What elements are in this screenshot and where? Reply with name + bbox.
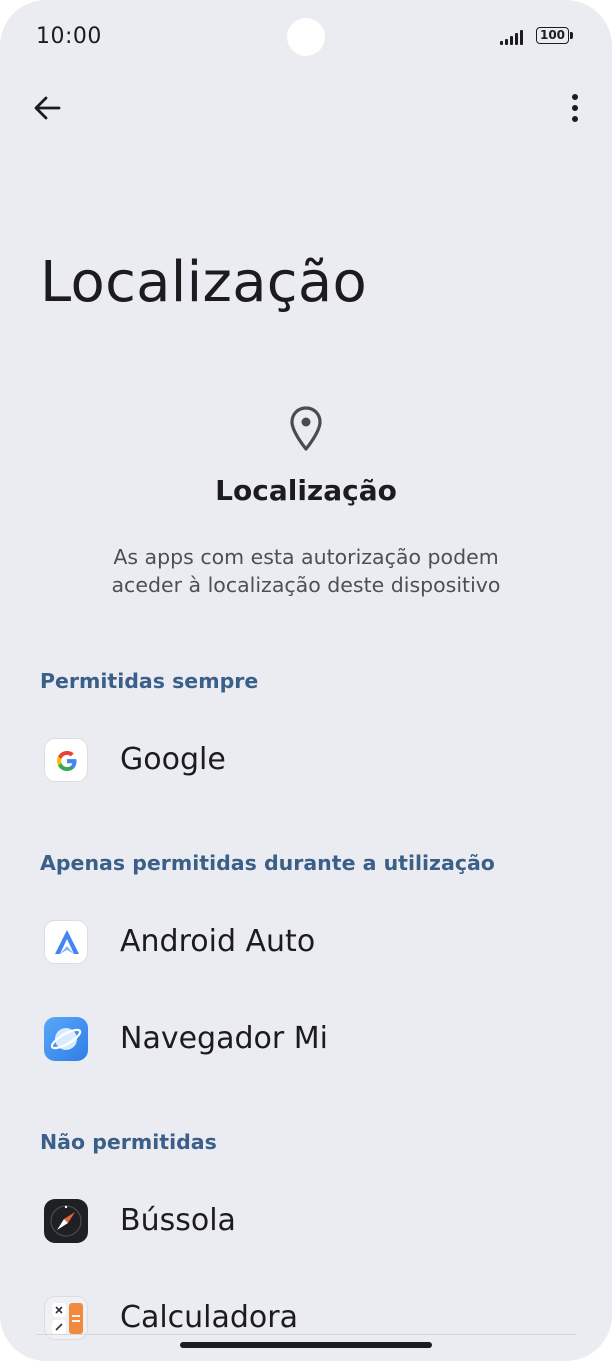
description-line-2: aceder à localização deste dispositivo (111, 573, 501, 597)
signal-icon (500, 30, 523, 45)
section-label-not-allowed: Não permitidas (40, 1130, 217, 1154)
google-icon (44, 738, 88, 782)
divider (36, 1334, 576, 1335)
permission-title: Localização (215, 474, 397, 507)
android-auto-icon (44, 920, 88, 964)
screen: 10:00 100 Localização Localização As app… (0, 0, 612, 1361)
permission-description: As apps com esta autorização podem acede… (56, 543, 556, 599)
compass-icon (44, 1199, 88, 1243)
location-pin-icon (290, 406, 322, 451)
status-time: 10:00 (36, 24, 102, 49)
back-button[interactable] (26, 88, 68, 128)
battery-icon: 100 (536, 27, 574, 46)
app-name: Android Auto (120, 924, 316, 959)
section-label-allowed-always: Permitidas sempre (40, 669, 259, 693)
camera-cutout (287, 18, 325, 56)
battery-level: 100 (539, 28, 566, 42)
app-name: Navegador Mi (120, 1021, 328, 1056)
description-line-1: As apps com esta autorização podem (113, 545, 499, 569)
section-label-allowed-while-in-use: Apenas permitidas durante a utilização (40, 851, 495, 875)
home-indicator[interactable] (180, 1342, 432, 1348)
arrow-left-icon (34, 96, 61, 120)
status-bar: 10:00 100 (0, 0, 612, 76)
page-title: Localização (40, 250, 368, 315)
app-name: Bússola (120, 1203, 236, 1238)
app-row-navegador-mi[interactable]: Navegador Mi (0, 994, 612, 1084)
app-row-android-auto[interactable]: Android Auto (0, 897, 612, 987)
app-name: Google (120, 742, 226, 777)
more-options-button[interactable] (558, 88, 592, 128)
more-vert-icon (572, 94, 578, 122)
app-row-google[interactable]: Google (0, 715, 612, 805)
app-row-bussola[interactable]: Bússola (0, 1176, 612, 1266)
navegador-mi-icon (44, 1017, 88, 1061)
